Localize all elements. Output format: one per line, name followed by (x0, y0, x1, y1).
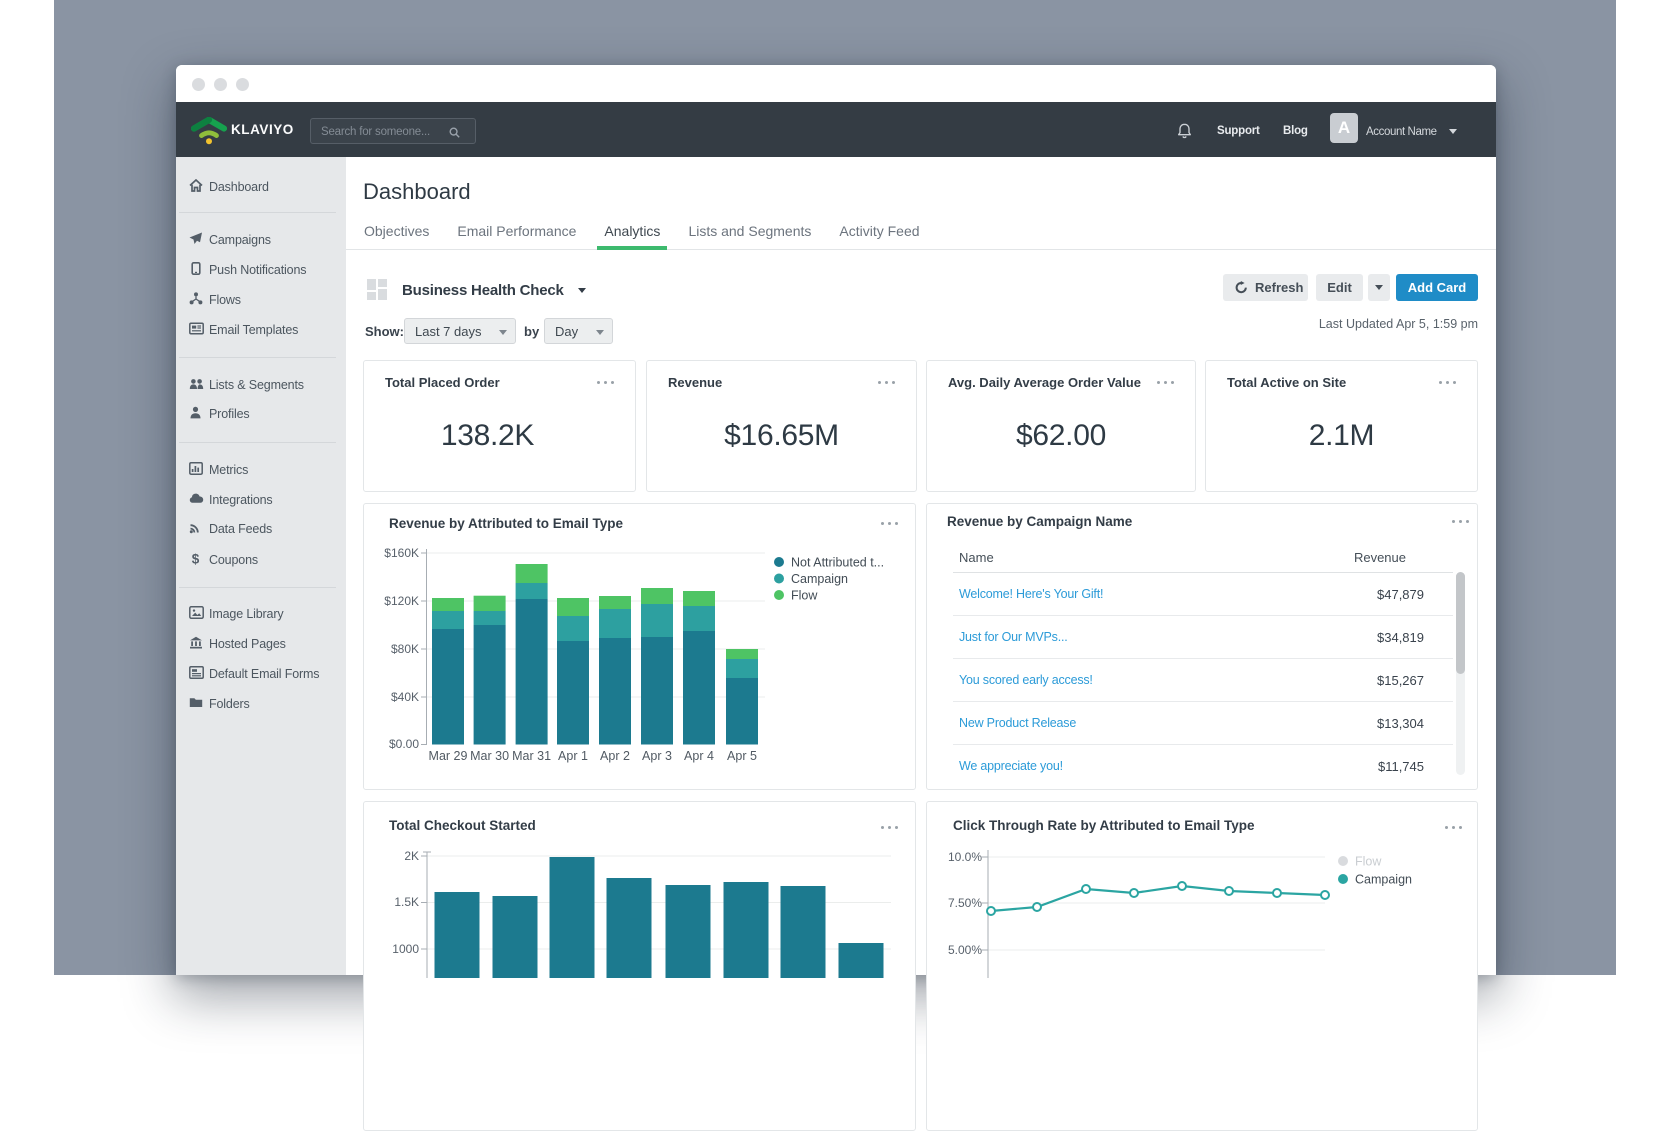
svg-text:1.5K: 1.5K (394, 895, 419, 909)
svg-text:7.50%: 7.50% (948, 896, 982, 910)
svg-text:Campaign: Campaign (1355, 873, 1412, 887)
svg-text:Apr 5: Apr 5 (727, 749, 757, 763)
svg-text:Apr 2: Apr 2 (600, 749, 630, 763)
svg-text:Apr 1: Apr 1 (558, 749, 588, 763)
svg-text:$120K: $120K (384, 594, 419, 608)
svg-text:$0.00: $0.00 (389, 737, 419, 751)
svg-text:Apr 3: Apr 3 (642, 749, 672, 763)
svg-text:Mar 30: Mar 30 (470, 749, 509, 763)
svg-text:Flow: Flow (791, 589, 818, 603)
svg-text:1000: 1000 (392, 942, 419, 956)
svg-text:Apr 4: Apr 4 (684, 749, 714, 763)
svg-text:$160K: $160K (384, 546, 419, 560)
svg-text:Not Attributed t...: Not Attributed t... (791, 556, 884, 570)
svg-text:Mar 29: Mar 29 (429, 749, 468, 763)
svg-text:5.00%: 5.00% (948, 943, 982, 957)
svg-text:$80K: $80K (391, 642, 419, 656)
svg-text:$: $ (192, 552, 200, 565)
svg-text:$40K: $40K (391, 690, 419, 704)
svg-text:2K: 2K (404, 849, 419, 863)
svg-text:Flow: Flow (1355, 855, 1382, 869)
svg-text:10.0%: 10.0% (948, 850, 982, 864)
svg-text:Campaign: Campaign (791, 572, 848, 586)
svg-text:Mar 31: Mar 31 (512, 749, 551, 763)
